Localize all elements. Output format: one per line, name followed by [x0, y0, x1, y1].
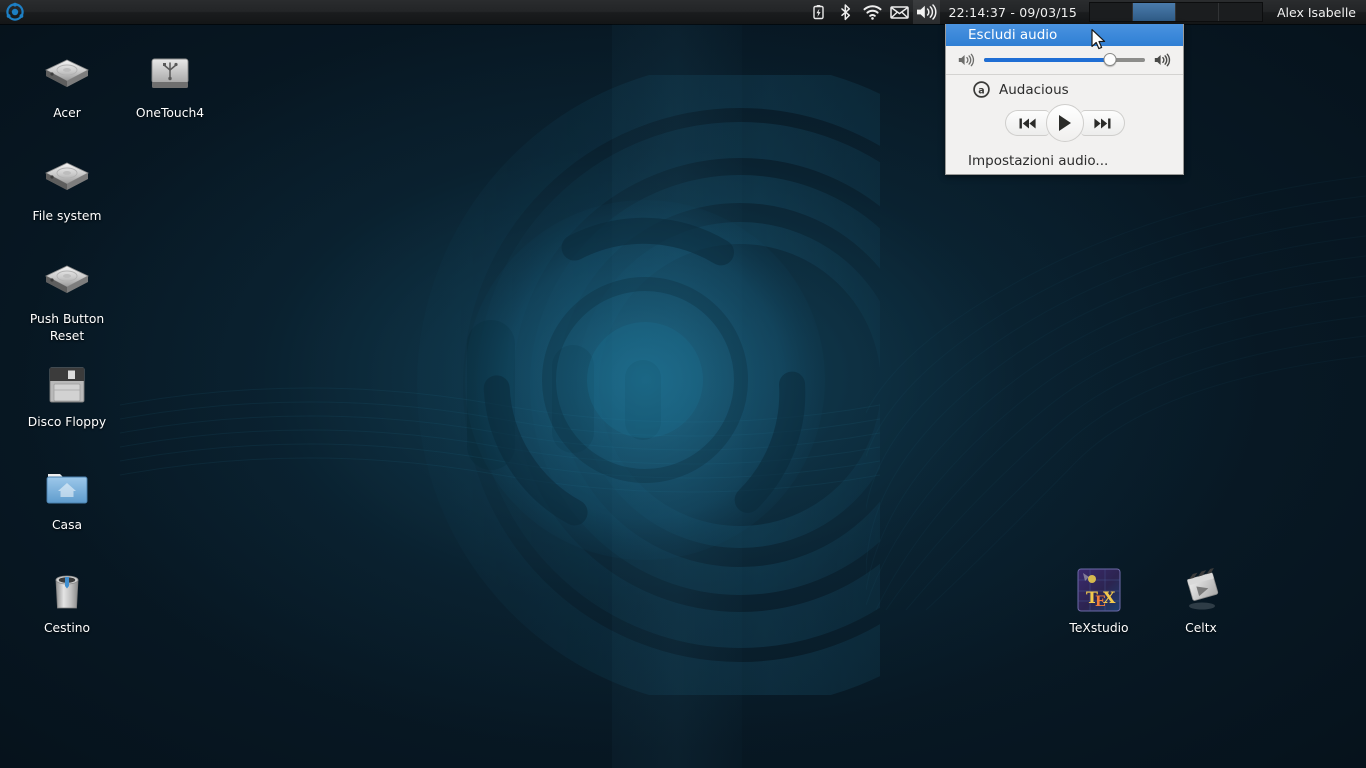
desktop-icon-disco-floppy[interactable]: Disco Floppy [15, 359, 119, 431]
desktop-icon-label: OneTouch4 [135, 106, 205, 120]
desktop-icon-cestino[interactable]: Cestino [15, 565, 119, 637]
desktop-icon-celtx[interactable]: Celtx [1149, 565, 1253, 637]
hard-drive-icon [43, 153, 91, 201]
volume-low-icon [958, 53, 975, 67]
desktop-icon-label: Casa [51, 518, 83, 532]
desktop-icon-casa[interactable]: Casa [15, 462, 119, 534]
desktop-icon-label: Push Button Reset [29, 312, 105, 343]
volume-high-icon [1154, 53, 1171, 67]
player-app-row[interactable]: a Audacious [946, 75, 1183, 100]
trash-icon [43, 565, 91, 613]
player-controls-group [1004, 104, 1125, 142]
floppy-icon [43, 359, 91, 407]
hard-drive-icon [43, 256, 91, 304]
player-app-name: Audacious [999, 81, 1069, 98]
texstudio-icon: T E X [1075, 565, 1123, 613]
wallpaper-waves [866, 150, 1366, 610]
wallpaper-arcs [120, 75, 880, 695]
bluetooth-icon[interactable] [832, 0, 859, 24]
volume-slider-row[interactable] [946, 46, 1183, 73]
wallpaper-light-band [612, 0, 742, 768]
audacious-icon: a [973, 81, 990, 98]
volume-icon[interactable] [913, 0, 941, 24]
menu-item-sound-settings[interactable]: Impostazioni audio... [946, 148, 1183, 174]
play-button[interactable] [1045, 104, 1084, 142]
desktop-icon-label: Acer [53, 106, 81, 120]
previous-track-button[interactable] [1004, 110, 1049, 136]
home-folder-icon [43, 462, 91, 510]
desktop-icon-onetouch4[interactable]: OneTouch4 [118, 50, 222, 122]
workspace-switcher[interactable] [1089, 2, 1263, 22]
desktop-icon-texstudio[interactable]: T E X TeXstudio [1047, 565, 1151, 637]
desktop-icon-label: Cestino [43, 621, 91, 635]
next-track-button[interactable] [1080, 110, 1125, 136]
panel-right-section: 22:14:37 - 09/03/15 Alex Isabelle [805, 0, 1366, 24]
slider-fill [984, 57, 1110, 62]
celtx-icon [1177, 565, 1225, 613]
menu-item-mute[interactable]: Escludi audio [946, 24, 1183, 46]
desktop-icon-label: TeXstudio [1069, 621, 1129, 635]
desktop-icon-acer[interactable]: Acer [15, 50, 119, 122]
battery-icon[interactable] [805, 0, 832, 24]
desktop-icon-label: File system [32, 209, 102, 223]
svg-text:a: a [978, 85, 984, 96]
workspace-1[interactable] [1090, 3, 1133, 21]
slider-handle[interactable] [1103, 53, 1117, 66]
top-panel[interactable]: 22:14:37 - 09/03/15 Alex Isabelle [0, 0, 1366, 24]
panel-left-section [0, 0, 28, 24]
wallpaper-ubuntu-logo [430, 165, 860, 595]
player-controls-row [946, 100, 1183, 148]
volume-indicator-menu[interactable]: Escludi audio a Audacious Impostazioni a… [945, 24, 1184, 175]
desktop-icon-file-system[interactable]: File system [15, 153, 119, 225]
desktop-icon-label: Celtx [1185, 621, 1217, 635]
desktop-icon-label: Disco Floppy [27, 415, 107, 429]
applications-menu-button[interactable] [2, 0, 28, 24]
svg-text:X: X [1103, 588, 1116, 607]
hard-drive-icon [43, 50, 91, 98]
workspace-4[interactable] [1219, 3, 1262, 21]
desktop-icon-push-button-reset[interactable]: Push Button Reset [15, 256, 119, 345]
usb-drive-icon [146, 50, 194, 98]
volume-slider[interactable] [984, 53, 1145, 67]
wifi-icon[interactable] [859, 0, 886, 24]
user-menu-button[interactable]: Alex Isabelle [1269, 5, 1366, 20]
workspace-3[interactable] [1176, 3, 1219, 21]
clock[interactable]: 22:14:37 - 09/03/15 [940, 5, 1087, 20]
mail-icon[interactable] [886, 0, 913, 24]
workspace-2[interactable] [1133, 3, 1176, 21]
system-tray [805, 0, 941, 24]
